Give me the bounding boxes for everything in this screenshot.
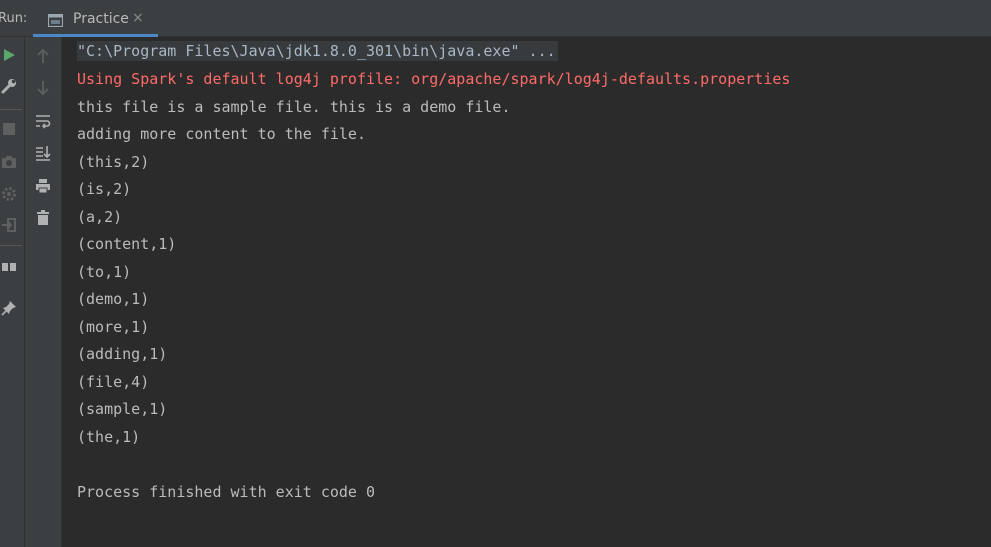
console-line: (is,2) xyxy=(77,180,132,198)
run-label: Run: xyxy=(0,11,28,26)
login-icon[interactable] xyxy=(0,214,21,236)
print-icon[interactable] xyxy=(31,175,55,197)
soft-wrap-icon[interactable] xyxy=(31,110,55,132)
up-arrow-icon[interactable] xyxy=(31,45,55,67)
console-line: (to,1) xyxy=(77,262,132,281)
console-line: this file is a sample file. this is a de… xyxy=(77,97,511,116)
trash-icon[interactable] xyxy=(31,207,55,229)
layout-icon[interactable] xyxy=(0,256,21,278)
tab-practice[interactable]: Practice × xyxy=(33,0,158,37)
console-line: (a,2) xyxy=(77,207,123,226)
console-line: (file,4) xyxy=(77,372,150,391)
down-arrow-icon[interactable] xyxy=(31,77,55,99)
console-line: (sample,1) xyxy=(77,400,168,418)
separator xyxy=(0,109,22,110)
console-line: (the,1) xyxy=(77,427,141,446)
camera-icon[interactable] xyxy=(0,151,21,173)
console-line: (this,2) xyxy=(77,152,150,171)
console-line-stderr: Using Spark's default log4j profile: org… xyxy=(77,70,791,88)
tab-label: Practice xyxy=(73,11,129,27)
wrench-icon[interactable] xyxy=(0,75,21,97)
separator xyxy=(0,245,22,246)
console-line: (content,1) xyxy=(77,235,177,253)
console-line: adding more content to the file. xyxy=(77,125,366,143)
run-tool-window-header: Run: Practice × xyxy=(0,0,991,37)
console-output[interactable]: "C:\Program Files\Java\jdk1.8.0_301\bin\… xyxy=(62,37,991,547)
pin-icon[interactable] xyxy=(0,297,21,319)
console-toolbar xyxy=(25,37,62,547)
console-line: (adding,1) xyxy=(77,345,168,363)
console-icon xyxy=(47,12,64,31)
scroll-to-end-icon[interactable] xyxy=(31,142,55,164)
close-icon[interactable]: × xyxy=(132,10,144,26)
command-line: "C:\Program Files\Java\jdk1.8.0_301\bin\… xyxy=(77,41,558,61)
console-line: Process finished with exit code 0 xyxy=(77,482,376,501)
settings-icon[interactable] xyxy=(0,183,21,205)
rerun-icon[interactable] xyxy=(0,44,21,66)
run-actions-toolbar xyxy=(0,37,25,547)
console-line: (more,1) xyxy=(77,317,150,336)
console-line: (demo,1) xyxy=(77,290,150,308)
stop-icon[interactable] xyxy=(0,118,21,140)
